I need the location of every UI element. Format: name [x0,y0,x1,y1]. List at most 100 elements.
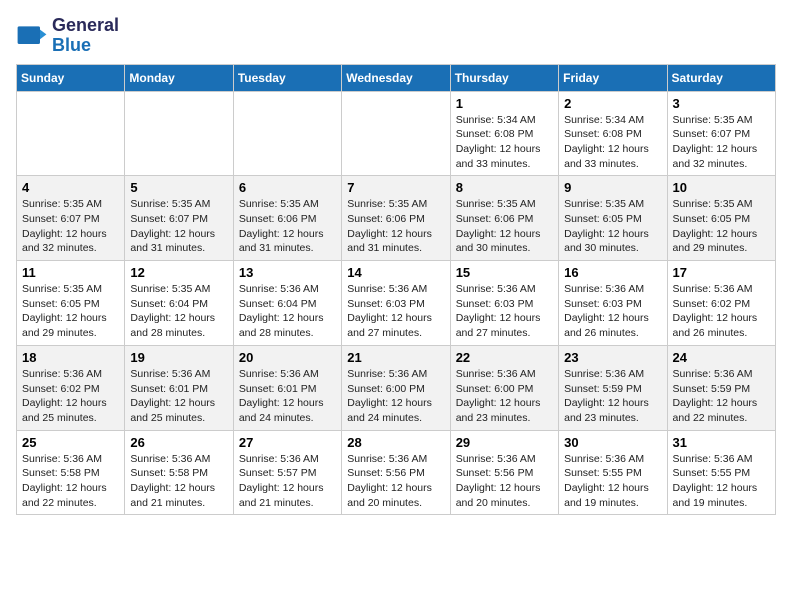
day-number: 12 [130,265,227,280]
calendar-header: SundayMondayTuesdayWednesdayThursdayFrid… [17,64,776,91]
calendar-cell: 4Sunrise: 5:35 AM Sunset: 6:07 PM Daylig… [17,176,125,261]
calendar-cell: 24 Sunrise: 5:36 AM Sunset: 5:59 PM Dayli… [667,345,775,430]
day-number: 9 [564,180,661,195]
page-header: General Blue [16,16,776,56]
day-detail: Sunrise: 5:36 AM Sunset: 5:55 PM Dayligh… [564,452,661,511]
calendar-cell: 14 Sunrise: 5:36 AM Sunset: 6:03 PM Dayli… [342,261,450,346]
day-detail: Sunrise: 5:36 AM Sunset: 5:55 PM Dayligh… [673,452,770,511]
day-number: 6 [239,180,336,195]
day-detail: Sunrise: 5:36 AM Sunset: 5:56 PM Dayligh… [347,452,444,511]
calendar-table: SundayMondayTuesdayWednesdayThursdayFrid… [16,64,776,516]
day-number: 23 [564,350,661,365]
day-detail: Sunrise: 5:36 AM Sunset: 5:57 PM Dayligh… [239,452,336,511]
logo: General Blue [16,16,119,56]
day-detail: Sunrise: 5:35 AM Sunset: 6:05 PM Dayligh… [564,197,661,256]
calendar-cell: 22 Sunrise: 5:36 AM Sunset: 6:00 PM Dayli… [450,345,558,430]
day-detail: Sunrise: 5:36 AM Sunset: 6:00 PM Dayligh… [456,367,553,426]
day-number: 10 [673,180,770,195]
day-number: 27 [239,435,336,450]
calendar-cell: 17 Sunrise: 5:36 AM Sunset: 6:02 PM Dayli… [667,261,775,346]
calendar-cell: 27 Sunrise: 5:36 AM Sunset: 5:57 PM Dayli… [233,430,341,515]
day-number: 29 [456,435,553,450]
calendar-cell: 5Sunrise: 5:35 AM Sunset: 6:07 PM Daylig… [125,176,233,261]
weekday-header: Tuesday [233,64,341,91]
day-detail: Sunrise: 5:35 AM Sunset: 6:05 PM Dayligh… [673,197,770,256]
calendar-cell: 2 Sunrise: 5:34 AM Sunset: 6:08 PM Daylig… [559,91,667,176]
calendar-cell: 15Sunrise: 5:36 AM Sunset: 6:03 PM Dayli… [450,261,558,346]
day-number: 18 [22,350,119,365]
calendar-cell [233,91,341,176]
calendar-cell: 1 Sunrise: 5:34 AM Sunset: 6:08 PM Daylig… [450,91,558,176]
day-number: 2 [564,96,661,111]
day-number: 8 [456,180,553,195]
day-detail: Sunrise: 5:35 AM Sunset: 6:05 PM Dayligh… [22,282,119,341]
calendar-cell: 26Sunrise: 5:36 AM Sunset: 5:58 PM Dayli… [125,430,233,515]
calendar-week-row: 18 Sunrise: 5:36 AM Sunset: 6:02 PM Dayli… [17,345,776,430]
day-number: 1 [456,96,553,111]
day-detail: Sunrise: 5:35 AM Sunset: 6:06 PM Dayligh… [456,197,553,256]
day-detail: Sunrise: 5:36 AM Sunset: 6:04 PM Dayligh… [239,282,336,341]
day-detail: Sunrise: 5:35 AM Sunset: 6:07 PM Dayligh… [130,197,227,256]
days-row: SundayMondayTuesdayWednesdayThursdayFrid… [17,64,776,91]
calendar-week-row: 11 Sunrise: 5:35 AM Sunset: 6:05 PM Dayli… [17,261,776,346]
day-number: 3 [673,96,770,111]
day-number: 22 [456,350,553,365]
day-number: 21 [347,350,444,365]
calendar-cell: 29 Sunrise: 5:36 AM Sunset: 5:56 PM Dayli… [450,430,558,515]
calendar-cell: 10 Sunrise: 5:35 AM Sunset: 6:05 PM Dayli… [667,176,775,261]
calendar-week-row: 4Sunrise: 5:35 AM Sunset: 6:07 PM Daylig… [17,176,776,261]
weekday-header: Friday [559,64,667,91]
day-detail: Sunrise: 5:36 AM Sunset: 5:58 PM Dayligh… [130,452,227,511]
day-number: 25 [22,435,119,450]
day-detail: Sunrise: 5:36 AM Sunset: 6:02 PM Dayligh… [673,282,770,341]
day-number: 11 [22,265,119,280]
day-detail: Sunrise: 5:36 AM Sunset: 5:59 PM Dayligh… [673,367,770,426]
day-detail: Sunrise: 5:36 AM Sunset: 5:59 PM Dayligh… [564,367,661,426]
weekday-header: Thursday [450,64,558,91]
day-detail: Sunrise: 5:36 AM Sunset: 6:03 PM Dayligh… [347,282,444,341]
weekday-header: Wednesday [342,64,450,91]
calendar-cell: 6Sunrise: 5:35 AM Sunset: 6:06 PM Daylig… [233,176,341,261]
weekday-header: Saturday [667,64,775,91]
calendar-cell: 9 Sunrise: 5:35 AM Sunset: 6:05 PM Daylig… [559,176,667,261]
weekday-header: Monday [125,64,233,91]
calendar-cell: 7Sunrise: 5:35 AM Sunset: 6:06 PM Daylig… [342,176,450,261]
calendar-cell: 30 Sunrise: 5:36 AM Sunset: 5:55 PM Dayli… [559,430,667,515]
calendar-cell: 18 Sunrise: 5:36 AM Sunset: 6:02 PM Dayli… [17,345,125,430]
calendar-week-row: 1 Sunrise: 5:34 AM Sunset: 6:08 PM Daylig… [17,91,776,176]
day-detail: Sunrise: 5:35 AM Sunset: 6:04 PM Dayligh… [130,282,227,341]
day-detail: Sunrise: 5:36 AM Sunset: 6:02 PM Dayligh… [22,367,119,426]
day-detail: Sunrise: 5:36 AM Sunset: 6:01 PM Dayligh… [130,367,227,426]
calendar-cell: 12 Sunrise: 5:35 AM Sunset: 6:04 PM Dayli… [125,261,233,346]
day-detail: Sunrise: 5:35 AM Sunset: 6:07 PM Dayligh… [22,197,119,256]
weekday-header: Sunday [17,64,125,91]
day-number: 14 [347,265,444,280]
day-number: 31 [673,435,770,450]
calendar-cell: 21 Sunrise: 5:36 AM Sunset: 6:00 PM Dayli… [342,345,450,430]
day-detail: Sunrise: 5:35 AM Sunset: 6:07 PM Dayligh… [673,113,770,172]
calendar-cell: 16Sunrise: 5:36 AM Sunset: 6:03 PM Dayli… [559,261,667,346]
day-detail: Sunrise: 5:35 AM Sunset: 6:06 PM Dayligh… [347,197,444,256]
day-number: 30 [564,435,661,450]
day-number: 28 [347,435,444,450]
day-number: 20 [239,350,336,365]
day-detail: Sunrise: 5:36 AM Sunset: 6:03 PM Dayligh… [564,282,661,341]
calendar-cell [17,91,125,176]
day-detail: Sunrise: 5:34 AM Sunset: 6:08 PM Dayligh… [456,113,553,172]
day-detail: Sunrise: 5:36 AM Sunset: 5:56 PM Dayligh… [456,452,553,511]
calendar-cell: 3 Sunrise: 5:35 AM Sunset: 6:07 PM Daylig… [667,91,775,176]
day-number: 15 [456,265,553,280]
calendar-cell: 13Sunrise: 5:36 AM Sunset: 6:04 PM Dayli… [233,261,341,346]
calendar-week-row: 25 Sunrise: 5:36 AM Sunset: 5:58 PM Dayli… [17,430,776,515]
calendar-cell: 19 Sunrise: 5:36 AM Sunset: 6:01 PM Dayli… [125,345,233,430]
calendar-cell: 8 Sunrise: 5:35 AM Sunset: 6:06 PM Daylig… [450,176,558,261]
day-number: 17 [673,265,770,280]
calendar-cell: 25Sunrise: 5:36 AM Sunset: 5:58 PM Dayli… [17,430,125,515]
day-detail: Sunrise: 5:34 AM Sunset: 6:08 PM Dayligh… [564,113,661,172]
logo-icon [16,20,48,52]
calendar-cell [125,91,233,176]
calendar-cell [342,91,450,176]
day-detail: Sunrise: 5:36 AM Sunset: 6:00 PM Dayligh… [347,367,444,426]
day-number: 24 [673,350,770,365]
day-number: 19 [130,350,227,365]
